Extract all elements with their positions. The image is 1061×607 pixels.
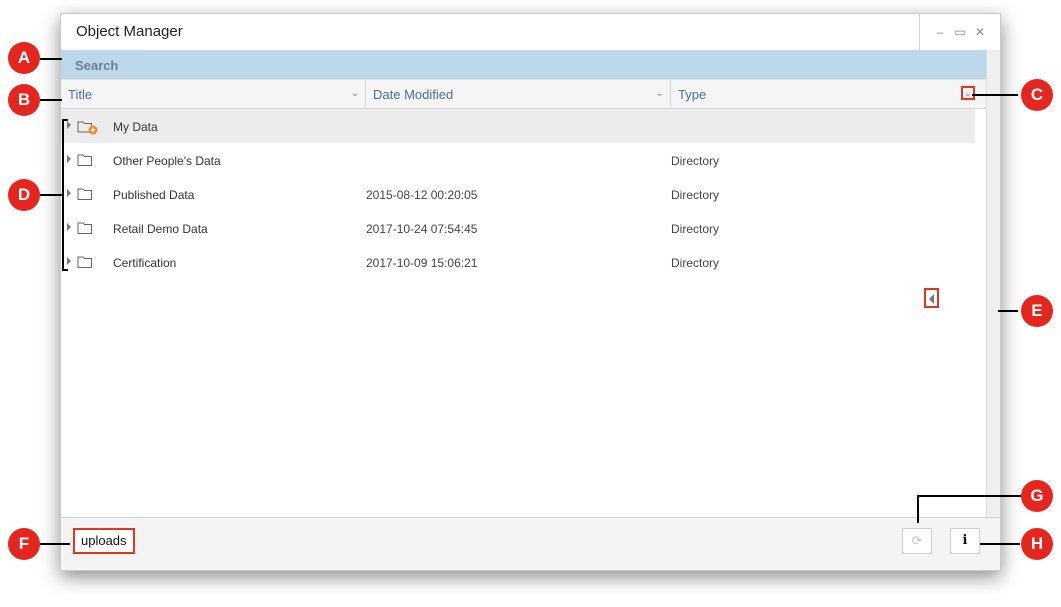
collapse-panel-button[interactable] bbox=[924, 288, 939, 308]
folder-icon bbox=[77, 153, 93, 170]
chevron-left-icon bbox=[929, 294, 934, 304]
item-type: Directory bbox=[671, 188, 720, 202]
callout-line-c bbox=[972, 94, 1018, 96]
list-item[interactable]: Published Data 2015-08-12 00:20:05 Direc… bbox=[61, 177, 975, 211]
column-date-modified[interactable]: Date Modified ⌄ bbox=[366, 80, 671, 109]
column-header: Title ⌄ Date Modified ⌄ Type ⌄ bbox=[61, 79, 987, 109]
current-path: uploads bbox=[73, 528, 135, 554]
item-type: Directory bbox=[671, 154, 720, 168]
column-title[interactable]: Title ⌄ bbox=[61, 80, 366, 109]
item-name: Other People's Data bbox=[113, 154, 221, 168]
callout-line-g bbox=[917, 495, 1021, 497]
item-name: My Data bbox=[113, 120, 158, 134]
column-date-label: Date Modified bbox=[373, 87, 454, 102]
minimize-icon[interactable]: – bbox=[934, 26, 946, 38]
info-icon[interactable]: i bbox=[950, 528, 980, 554]
callout-line-b bbox=[40, 99, 62, 101]
column-menu-button[interactable]: ⌄ bbox=[961, 86, 975, 100]
expand-arrow-icon[interactable] bbox=[67, 121, 71, 129]
titlebar: Object Manager – ▭ ✕ bbox=[61, 14, 1000, 51]
footer-bar: uploads ⟳ i bbox=[61, 517, 1000, 570]
search-bar[interactable]: Search bbox=[61, 50, 987, 79]
refresh-icon[interactable]: ⟳ bbox=[902, 528, 932, 554]
chevron-down-icon[interactable]: ⌄ bbox=[656, 88, 664, 99]
maximize-icon[interactable]: ▭ bbox=[954, 26, 966, 38]
item-date: 2015-08-12 00:20:05 bbox=[366, 188, 478, 202]
callout-a: A bbox=[8, 42, 40, 74]
column-title-label: Title bbox=[68, 87, 93, 102]
callout-line-h bbox=[980, 543, 1020, 545]
list-item[interactable]: Other People's Data Directory bbox=[61, 143, 975, 177]
callout-line-a bbox=[40, 58, 62, 60]
item-name: Published Data bbox=[113, 188, 195, 202]
side-panel-track[interactable] bbox=[986, 50, 1000, 520]
callout-bracket-d-bottom bbox=[62, 269, 68, 271]
folder-icon bbox=[77, 221, 93, 238]
folder-icon bbox=[77, 255, 93, 272]
list-item[interactable]: Retail Demo Data 2017-10-24 07:54:45 Dir… bbox=[61, 211, 975, 245]
item-name: Certification bbox=[113, 256, 177, 270]
callout-d: D bbox=[8, 179, 40, 211]
callout-g: G bbox=[1021, 480, 1053, 512]
expand-arrow-icon[interactable] bbox=[67, 223, 71, 231]
column-type-label: Type bbox=[678, 87, 707, 102]
callout-bracket-d bbox=[62, 119, 64, 271]
callout-f: F bbox=[8, 528, 40, 560]
callout-line-g-vertical bbox=[917, 495, 919, 523]
callout-line-d bbox=[40, 194, 64, 196]
item-date: 2017-10-09 15:06:21 bbox=[366, 256, 478, 270]
close-icon[interactable]: ✕ bbox=[974, 26, 986, 38]
window-title: Object Manager bbox=[76, 23, 183, 40]
callout-h: H bbox=[1021, 528, 1053, 560]
folder-add-icon bbox=[77, 119, 99, 138]
callout-e: E bbox=[1021, 295, 1053, 327]
callout-c: C bbox=[1021, 79, 1053, 111]
item-date: 2017-10-24 07:54:45 bbox=[366, 222, 478, 236]
callout-line-e bbox=[998, 310, 1018, 312]
window-controls: – ▭ ✕ bbox=[919, 14, 1000, 50]
list-item[interactable]: Certification 2017-10-09 15:06:21 Direct… bbox=[61, 245, 975, 279]
item-name: Retail Demo Data bbox=[113, 222, 208, 236]
item-type: Directory bbox=[671, 222, 720, 236]
file-list: My Data Other People's Data Directory Pu… bbox=[61, 109, 975, 279]
stage: Object Manager – ▭ ✕ Search Title ⌄ Date… bbox=[0, 0, 1061, 607]
folder-icon bbox=[77, 187, 93, 204]
object-manager-window: Object Manager – ▭ ✕ Search Title ⌄ Date… bbox=[60, 13, 1001, 571]
expand-arrow-icon[interactable] bbox=[67, 257, 71, 265]
list-item[interactable]: My Data bbox=[61, 109, 975, 143]
search-label: Search bbox=[75, 58, 119, 73]
callout-line-f bbox=[40, 543, 70, 545]
callout-b: B bbox=[8, 84, 40, 116]
chevron-down-icon[interactable]: ⌄ bbox=[351, 88, 359, 99]
column-type[interactable]: Type ⌄ bbox=[671, 80, 977, 109]
expand-arrow-icon[interactable] bbox=[67, 155, 71, 163]
expand-arrow-icon[interactable] bbox=[67, 189, 71, 197]
item-type: Directory bbox=[671, 256, 720, 270]
callout-bracket-d-top bbox=[62, 119, 68, 121]
